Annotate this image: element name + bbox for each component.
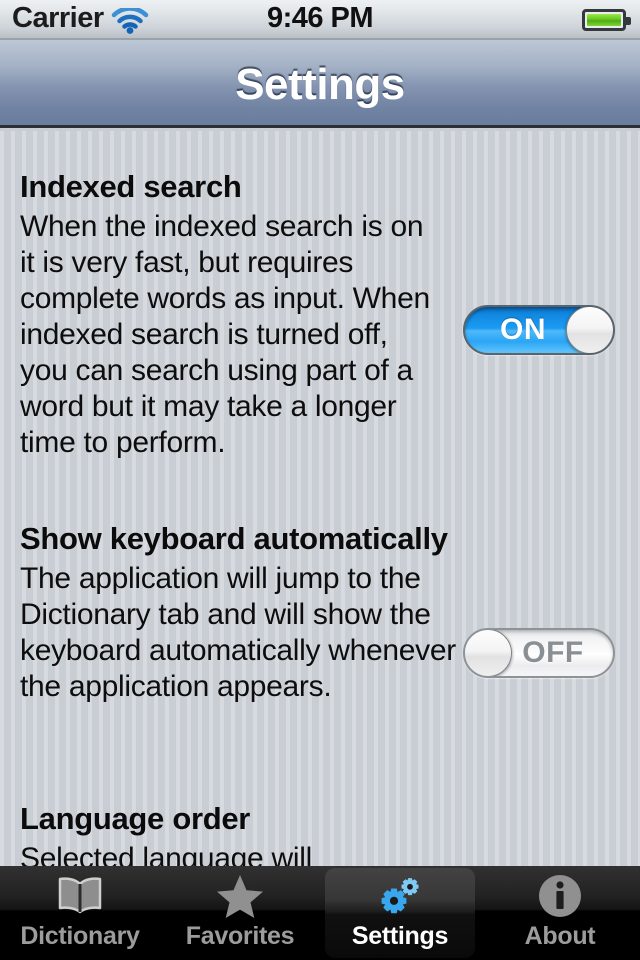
page-title: Settings [235, 60, 405, 109]
tab-settings-label: Settings [351, 922, 449, 950]
toggle-knob[interactable] [566, 307, 613, 353]
book-icon [53, 872, 107, 920]
app-screen: Carrier 9:46 PM Settings Indexed search … [0, 0, 640, 960]
setting-heading: Indexed search [20, 169, 242, 204]
setting-language-order: Language order Selected language will [0, 801, 640, 866]
show-keyboard-toggle-label: OFF [522, 636, 584, 669]
tab-favorites[interactable]: Favorites [160, 866, 320, 960]
tab-favorites-label: Favorites [185, 922, 295, 950]
setting-description: The application will jump to the Diction… [20, 562, 456, 703]
battery-fill [587, 14, 621, 26]
battery-full-icon [582, 9, 631, 31]
indexed-search-toggle-label: ON [500, 313, 546, 346]
tab-about-label: About [524, 922, 596, 950]
clock-label: 9:46 PM [266, 2, 374, 34]
setting-description: Selected language will [20, 842, 312, 866]
setting-heading: Show keyboard automatically [20, 521, 448, 556]
tab-dictionary[interactable]: Dictionary [0, 866, 160, 960]
navigation-bar: Settings [0, 40, 640, 128]
tab-dictionary-label: Dictionary [20, 922, 140, 950]
settings-content[interactable]: Indexed search When the indexed search i… [0, 131, 640, 866]
tab-settings[interactable]: Settings [320, 866, 480, 960]
indexed-search-toggle[interactable]: ON [463, 305, 615, 355]
tab-bar: Dictionary Favorites Settings About [0, 866, 640, 960]
star-icon [213, 872, 267, 920]
toggle-knob[interactable] [465, 630, 512, 676]
status-bar: Carrier 9:46 PM [0, 0, 640, 40]
info-circle-icon [533, 872, 587, 920]
setting-description: When the indexed search is on it is very… [20, 210, 430, 459]
tab-about[interactable]: About [480, 866, 640, 960]
setting-heading: Language order [20, 801, 251, 836]
show-keyboard-toggle[interactable]: OFF [463, 628, 615, 678]
gears-icon [373, 872, 427, 920]
